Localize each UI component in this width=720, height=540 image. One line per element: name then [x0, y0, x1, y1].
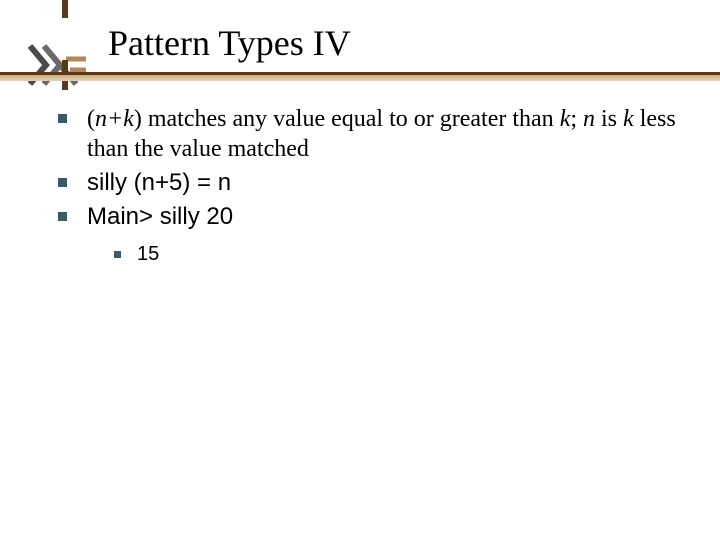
- bullet-text-3: Main> silly 20: [87, 202, 233, 232]
- bullet-square-icon: [58, 178, 67, 187]
- paren-open: (: [87, 106, 95, 132]
- top-tick-decoration: [62, 0, 68, 18]
- list-item: (n+k) matches any value equal to or grea…: [58, 104, 700, 164]
- bullet-square-icon: [58, 212, 67, 221]
- slide-title: Pattern Types IV: [108, 22, 351, 64]
- bullet-square-icon: [58, 114, 67, 123]
- slide: Pattern Types IV (n+k) matches any value…: [0, 0, 720, 540]
- var-k: k: [123, 106, 134, 132]
- text-mid1: matches any value equal to or greater th…: [142, 106, 560, 132]
- semicolon: ;: [570, 106, 583, 132]
- slide-body: (n+k) matches any value equal to or grea…: [58, 104, 700, 271]
- list-item: Main> silly 20: [58, 202, 700, 232]
- paren-close: ): [134, 106, 142, 132]
- bullet-text-2: silly (n+5) = n: [87, 168, 231, 198]
- slide-header: Pattern Types IV: [0, 0, 720, 88]
- plus: +: [107, 106, 123, 132]
- var-k2: k: [560, 106, 571, 132]
- list-item: silly (n+5) = n: [58, 168, 700, 198]
- list-item: 15: [114, 242, 700, 267]
- title-underline-light: [0, 75, 720, 81]
- var-n2: n: [583, 106, 595, 132]
- var-k3: k: [623, 106, 634, 132]
- bullet-text-1: (n+k) matches any value equal to or grea…: [87, 104, 700, 164]
- text-mid2: is: [595, 106, 623, 132]
- bullet-square-small-icon: [114, 251, 121, 258]
- sub-bullet-text: 15: [137, 242, 159, 267]
- var-n: n: [95, 106, 107, 132]
